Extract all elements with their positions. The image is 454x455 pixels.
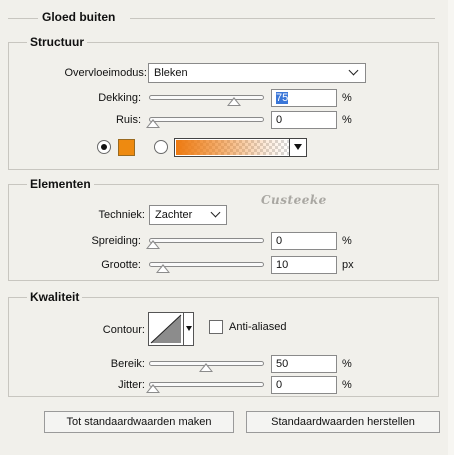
reset-default-button[interactable]: Standaardwaarden herstellen bbox=[246, 411, 440, 433]
color-radio[interactable] bbox=[97, 140, 111, 154]
outer-glow-panel: Gloed buiten Structuur Overvloeimodus: B… bbox=[0, 0, 448, 455]
noise-slider[interactable] bbox=[149, 117, 264, 122]
opacity-label: Dekking: bbox=[98, 92, 141, 104]
noise-unit: % bbox=[342, 114, 352, 126]
blend-mode-value: Bleken bbox=[154, 67, 188, 79]
size-value: 10 bbox=[276, 259, 289, 271]
size-slider-thumb[interactable] bbox=[156, 264, 170, 273]
noise-input[interactable]: 0 bbox=[271, 111, 337, 129]
spread-label: Spreiding: bbox=[91, 235, 141, 247]
gradient-dropdown-arrow-icon[interactable] bbox=[289, 139, 306, 156]
structure-group: Structuur Overvloeimodus: Bleken Dekking… bbox=[8, 35, 439, 170]
spread-slider-thumb[interactable] bbox=[146, 240, 160, 249]
watermark-text: Custeeke bbox=[261, 193, 327, 207]
gradient-swatch bbox=[176, 140, 289, 155]
jitter-slider[interactable] bbox=[149, 382, 264, 387]
opacity-value: 75 bbox=[276, 92, 289, 104]
quality-group: Kwaliteit Contour: Anti-aliased Bereik: … bbox=[8, 290, 439, 397]
range-unit: % bbox=[342, 358, 352, 370]
jitter-slider-thumb[interactable] bbox=[146, 384, 160, 393]
anti-aliased-label[interactable]: Anti-aliased bbox=[229, 321, 286, 333]
range-input[interactable]: 50 bbox=[271, 355, 337, 373]
noise-label: Ruis: bbox=[115, 114, 141, 126]
elements-legend: Elementen bbox=[27, 177, 94, 191]
noise-value: 0 bbox=[276, 114, 283, 126]
anti-aliased-checkbox[interactable] bbox=[209, 320, 223, 334]
radio-selected-dot bbox=[101, 144, 107, 150]
opacity-unit: % bbox=[342, 92, 352, 104]
blend-mode-select[interactable]: Bleken bbox=[148, 63, 366, 83]
jitter-input[interactable]: 0 bbox=[271, 376, 337, 394]
technique-label: Techniek: bbox=[98, 209, 145, 221]
quality-legend: Kwaliteit bbox=[27, 290, 83, 304]
opacity-input[interactable]: 75 bbox=[271, 89, 337, 107]
technique-select[interactable]: Zachter bbox=[149, 205, 227, 225]
title-rule-left bbox=[8, 18, 38, 19]
spread-value: 0 bbox=[276, 235, 283, 247]
jitter-label: Jitter: bbox=[118, 379, 145, 391]
panel-title: Gloed buiten bbox=[40, 10, 118, 24]
spread-input[interactable]: 0 bbox=[271, 232, 337, 250]
jitter-unit: % bbox=[342, 379, 352, 391]
color-swatch[interactable] bbox=[118, 139, 135, 156]
chevron-down-icon bbox=[210, 207, 221, 218]
spread-slider[interactable] bbox=[149, 238, 264, 243]
size-input[interactable]: 10 bbox=[271, 256, 337, 274]
gradient-picker[interactable] bbox=[174, 138, 307, 157]
contour-curve-icon bbox=[150, 314, 182, 344]
chevron-down-icon bbox=[348, 65, 359, 76]
range-slider-thumb[interactable] bbox=[199, 363, 213, 372]
contour-label: Contour: bbox=[102, 324, 145, 336]
contour-dropdown-icon[interactable] bbox=[183, 313, 193, 345]
contour-picker[interactable] bbox=[148, 312, 194, 346]
jitter-value: 0 bbox=[276, 379, 283, 391]
range-value: 50 bbox=[276, 358, 289, 370]
spread-unit: % bbox=[342, 235, 352, 247]
range-label: Bereik: bbox=[110, 358, 145, 370]
gradient-radio[interactable] bbox=[154, 140, 168, 154]
opacity-slider[interactable] bbox=[149, 95, 264, 100]
title-rule-right bbox=[130, 18, 435, 19]
panel-edge bbox=[448, 0, 454, 455]
structure-legend: Structuur bbox=[27, 35, 87, 49]
technique-value: Zachter bbox=[155, 209, 193, 221]
noise-slider-thumb[interactable] bbox=[146, 119, 160, 128]
blend-mode-label: Overvloeimodus: bbox=[64, 67, 147, 79]
elements-group: Elementen Custeeke Techniek: Zachter Spr… bbox=[8, 177, 439, 281]
make-default-button[interactable]: Tot standaardwaarden maken bbox=[44, 411, 234, 433]
size-unit: px bbox=[342, 259, 354, 271]
opacity-slider-thumb[interactable] bbox=[227, 97, 241, 106]
size-label: Grootte: bbox=[101, 259, 141, 271]
